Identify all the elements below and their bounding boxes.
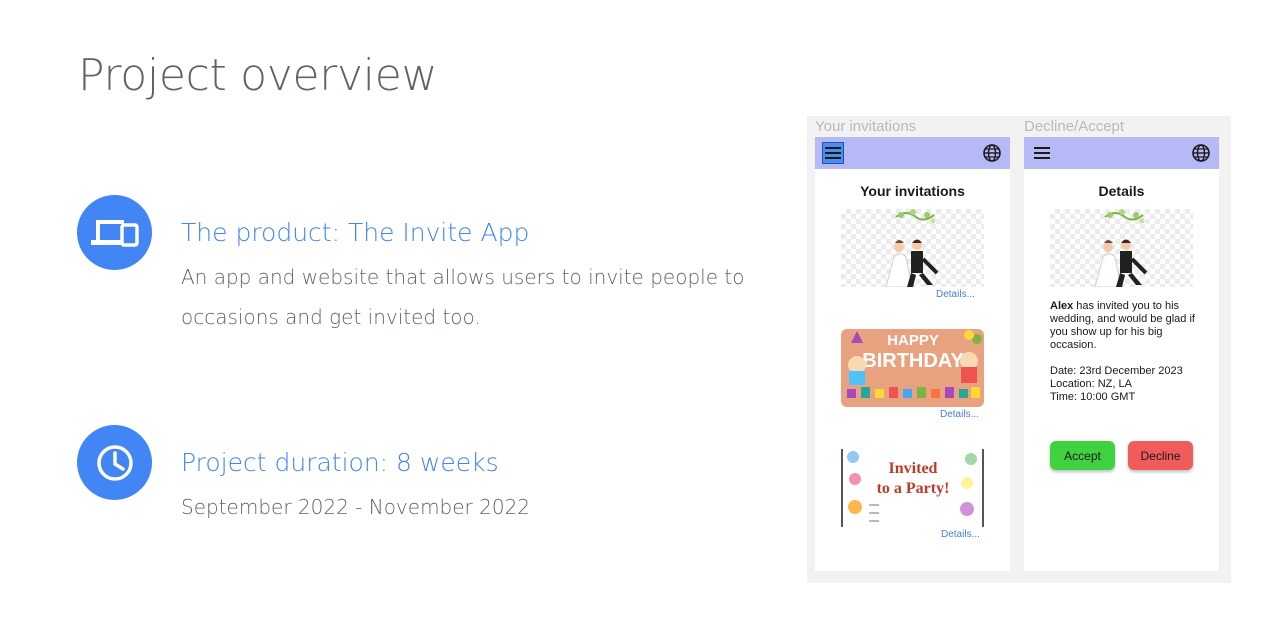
invitations-screen: Your invitations Details... HAPPY BIRTHD… [815,137,1010,571]
globe-icon[interactable] [982,143,1002,163]
invite-message: Alex has invited you to his wedding, and… [1050,300,1200,352]
accept-button[interactable]: Accept [1050,441,1115,470]
app-mockup: Your invitations Decline/Accept Your inv… [807,116,1231,583]
party-art-text-2: to a Party! [877,480,950,497]
birthday-art-text-2: BIRTHDAY [862,350,964,372]
app-bar [815,137,1010,169]
details-link[interactable]: Details... [940,409,979,420]
event-date: Date: 23rd December 2023 [1050,365,1183,377]
app-bar [1024,137,1219,169]
product-description: An app and website that allows users to … [181,265,745,329]
birthday-invite-image[interactable]: HAPPY BIRTHDAY [841,329,984,407]
clock-icon [77,425,152,500]
duration-heading: Project duration: 8 weeks [181,448,499,477]
inviter-name: Alex [1050,300,1074,312]
hamburger-menu-icon[interactable] [822,142,844,164]
wedding-invite-image[interactable] [841,209,984,287]
event-location: Location: NZ, LA [1050,378,1132,390]
screen-caption-invitations: Your invitations [815,118,917,135]
event-time: Time: 10:00 GMT [1050,391,1136,403]
globe-icon[interactable] [1191,143,1211,163]
details-screen: Details Alex has invited you to his wedd… [1024,137,1219,571]
invitations-title: Your invitations [860,183,965,199]
birthday-art-text-1: HAPPY [887,332,939,349]
decline-button[interactable]: Decline [1128,441,1193,470]
hamburger-menu-icon[interactable] [1031,142,1053,164]
devices-icon [77,195,152,270]
party-invite-image[interactable]: Invited to a Party! [841,449,984,527]
party-art-text-1: Invited [889,460,938,477]
page-title: Project overview [78,50,438,101]
wedding-invite-image [1050,209,1193,287]
screen-caption-decline-accept: Decline/Accept [1024,118,1125,135]
details-link[interactable]: Details... [936,289,975,300]
product-heading: The product: The Invite App [181,218,530,247]
details-link[interactable]: Details... [941,529,980,540]
details-title: Details [1098,183,1145,199]
duration-dates: September 2022 - November 2022 [181,495,531,519]
